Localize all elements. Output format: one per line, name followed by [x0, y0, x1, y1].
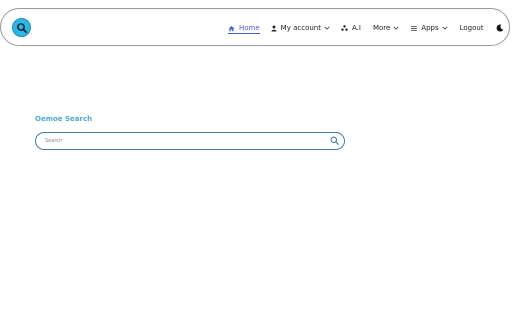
chevron-down-icon — [324, 26, 330, 30]
chevron-down-icon — [393, 26, 399, 30]
nav-item-ai[interactable]: A.I — [341, 24, 361, 32]
nav-my-account-label: My account — [280, 24, 321, 32]
nav-more-label: More — [372, 24, 391, 32]
page: Home My account A.I More Apps Logout Oem… — [0, 0, 512, 320]
logo-search-icon[interactable] — [12, 18, 31, 37]
nav-logout-label: Logout — [459, 24, 484, 32]
menu-icon — [411, 25, 418, 31]
nav-item-more[interactable]: More — [373, 24, 399, 32]
search-box — [35, 132, 345, 150]
user-icon — [271, 25, 277, 32]
chevron-down-icon — [442, 26, 448, 30]
search-icon[interactable] — [330, 136, 339, 145]
nav-ai-label: A.I — [351, 24, 361, 32]
nav-apps-label: Apps — [421, 24, 439, 32]
navbar: Home My account A.I More Apps Logout — [0, 8, 510, 46]
nav-item-logout[interactable]: Logout — [460, 24, 484, 32]
search-input[interactable] — [45, 135, 315, 147]
nav-item-home[interactable]: Home — [228, 24, 260, 34]
home-icon — [228, 25, 235, 32]
ai-network-icon — [341, 25, 348, 31]
search-title: Oemoe Search — [35, 115, 93, 123]
nav-menu: Home My account A.I More Apps Logout — [228, 9, 512, 47]
nav-item-apps[interactable]: Apps — [411, 24, 448, 32]
nav-item-my-account[interactable]: My account — [271, 24, 330, 32]
nav-home-label: Home — [239, 24, 260, 32]
moon-icon[interactable] — [496, 24, 504, 32]
